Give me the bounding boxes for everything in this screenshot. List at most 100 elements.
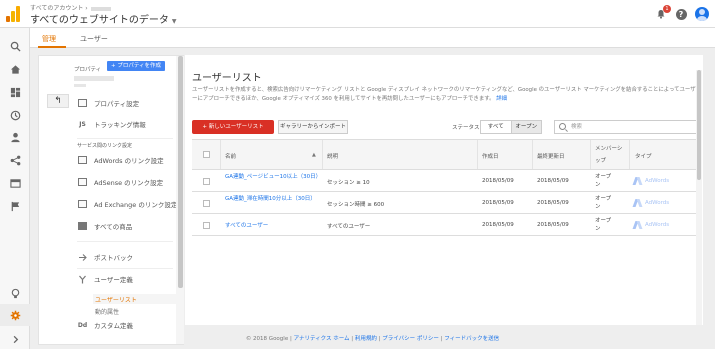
dashboard-icon[interactable] — [7, 84, 23, 100]
user-list-name-link[interactable]: すべてのユーザー — [225, 222, 320, 230]
footer-link-analytics-home[interactable]: アナリティクス ホーム — [294, 336, 350, 342]
status-toggle: すべて オープン — [480, 120, 542, 134]
panel-scroll-thumb[interactable] — [178, 56, 183, 288]
back-arrow-icon: ↰ — [54, 96, 62, 106]
property-panel: プロパティ + プロパティを作成 ↰ プロパティ設定 JS トラッキング情報 サ… — [38, 55, 184, 345]
row-checkbox[interactable] — [203, 200, 210, 207]
sidebar-item-user-list[interactable]: ユーザーリスト — [95, 295, 137, 304]
row-membership: オープン — [595, 174, 612, 188]
page-title: ユーザーリスト — [192, 73, 262, 84]
col-type-header[interactable]: タイプ — [635, 152, 652, 160]
description-text: ユーザーリストを作成すると、検索広告向けリマーケティング リストと Google… — [192, 87, 696, 102]
row-modified: 2018/05/09 — [537, 200, 569, 206]
person-icon[interactable] — [7, 129, 23, 145]
back-button[interactable]: ↰ — [47, 94, 69, 108]
select-all-checkbox[interactable] — [203, 151, 210, 158]
nav-label: カスタム定義 — [94, 322, 133, 330]
col-divider — [220, 140, 221, 169]
row-description: セッション時間 ≥ 600 — [327, 202, 385, 208]
sidebar-item-dynamic-attrs[interactable]: 動的属性 — [95, 307, 119, 316]
top-icons: 1 ? — [655, 5, 709, 23]
search-input[interactable]: 検索 — [554, 120, 697, 134]
col-membership-header[interactable]: メンバーシップ — [595, 143, 627, 167]
search-icon — [559, 123, 566, 130]
property-selector-blurred[interactable] — [74, 76, 114, 81]
postback-icon — [77, 253, 88, 262]
nav-label: ポストバック — [94, 254, 133, 262]
notification-badge: 1 — [663, 5, 671, 13]
col-divider — [590, 140, 591, 169]
user-list-name-link[interactable]: GA連動_滞在時間10分以上（30日） — [225, 195, 320, 203]
new-user-list-button[interactable]: + 新しいユーザーリスト — [192, 120, 274, 134]
col-created-header[interactable]: 作成日 — [482, 152, 499, 160]
row-created: 2018/05/09 — [482, 222, 514, 228]
search-icon[interactable] — [7, 38, 23, 54]
tab-admin[interactable]: 管理 — [42, 34, 56, 44]
nav-adsense-link[interactable]: AdSense のリンク設定 — [77, 175, 163, 189]
account-title: すべてのウェブサイトのデータ — [30, 15, 169, 26]
row-membership: オープン — [595, 218, 612, 232]
col-modified-header[interactable]: 最終更新日 — [537, 152, 565, 160]
avatar[interactable] — [695, 7, 709, 21]
search-placeholder: 検索 — [571, 124, 583, 130]
row-created: 2018/05/09 — [482, 178, 514, 184]
row-type: AdWords — [645, 178, 670, 184]
footer-link-terms[interactable]: 利用規約 — [355, 336, 377, 342]
analytics-logo-icon[interactable] — [6, 4, 22, 22]
admin-tabs: 管理 ユーザー — [30, 28, 715, 48]
nav-user-definition[interactable]: ユーザー定義 — [77, 272, 133, 286]
adexchange-box-icon — [77, 200, 88, 209]
nav-label: AdSense のリンク設定 — [94, 179, 164, 187]
flag-icon[interactable] — [7, 198, 23, 214]
row-checkbox[interactable] — [203, 178, 210, 185]
home-icon[interactable] — [7, 61, 23, 77]
nav-label: すべての商品 — [94, 223, 133, 231]
col-divider — [532, 140, 533, 169]
table-row[interactable]: すべてのユーザー すべてのユーザー 2018/05/09 2018/05/09 … — [192, 214, 696, 236]
nav-adwords-link[interactable]: AdWords のリンク設定 — [77, 153, 164, 167]
footer-link-privacy[interactable]: プライバシー ポリシー — [382, 336, 439, 342]
status-open-option[interactable]: オープン — [510, 121, 541, 133]
row-type: AdWords — [645, 200, 670, 206]
adsense-box-icon — [77, 178, 88, 187]
toolbar: + 新しいユーザーリスト ギャラリーからインポート ステータス すべて オープン… — [192, 119, 697, 135]
divider — [77, 241, 173, 242]
create-property-button[interactable]: + プロパティを作成 — [107, 61, 166, 71]
col-description-header[interactable]: 説明 — [327, 152, 338, 160]
section-heading: サービス間のリンク設定 — [77, 143, 133, 149]
nav-all-products[interactable]: すべての商品 — [77, 219, 132, 233]
chevron-right-icon[interactable] — [7, 331, 23, 347]
table-row[interactable]: GA連動_滞在時間10分以上（30日） セッション時間 ≥ 600 2018/0… — [192, 192, 696, 214]
details-link[interactable]: 詳細 — [496, 96, 507, 102]
nav-custom-definition[interactable]: Dd カスタム定義 — [77, 320, 133, 331]
sort-icon: ▲ — [312, 152, 316, 158]
nav-adexchange-link[interactable]: Ad Exchange のリンク設定 — [77, 197, 177, 211]
share-icon[interactable] — [7, 152, 23, 168]
import-gallery-button[interactable]: ギャラリーからインポート — [278, 120, 348, 134]
report-icon[interactable] — [7, 175, 23, 191]
footer-copyright: © 2018 Google | — [245, 336, 292, 342]
table-row[interactable]: GA連動_ページビュー10以上（30日） セッション ≥ 10 2018/05/… — [192, 170, 696, 192]
row-description: セッション ≥ 10 — [327, 180, 370, 186]
nav-postback[interactable]: ポストバック — [77, 250, 133, 264]
clock-icon[interactable] — [7, 107, 23, 123]
left-rail — [0, 28, 30, 349]
footer-link-feedback[interactable]: フィードバックを送信 — [444, 336, 499, 342]
nav-property-settings[interactable]: プロパティ設定 — [77, 96, 139, 110]
main-content: ユーザーリスト ユーザーリストを作成すると、検索広告向けリマーケティング リスト… — [185, 55, 703, 325]
gear-icon[interactable] — [7, 307, 23, 323]
main-scroll-thumb[interactable] — [697, 70, 701, 180]
account-selector[interactable]: すべてのウェブサイトのデータ ▼ — [30, 11, 177, 26]
tab-user[interactable]: ユーザー — [80, 34, 108, 44]
bell-icon[interactable]: 1 — [655, 5, 671, 20]
col-name-header[interactable]: 名前 — [225, 152, 236, 160]
help-icon[interactable]: ? — [675, 8, 687, 20]
row-checkbox[interactable] — [203, 222, 210, 229]
nav-tracking-info[interactable]: JS トラッキング情報 — [77, 117, 146, 131]
lightbulb-icon[interactable] — [7, 285, 23, 301]
user-list-name-link[interactable]: GA連動_ページビュー10以上（30日） — [225, 173, 321, 181]
adwords-badge: AdWords — [634, 221, 669, 229]
col-divider — [477, 140, 478, 169]
status-all-option[interactable]: すべて — [481, 121, 511, 133]
breadcrumb-blurred — [90, 6, 111, 11]
